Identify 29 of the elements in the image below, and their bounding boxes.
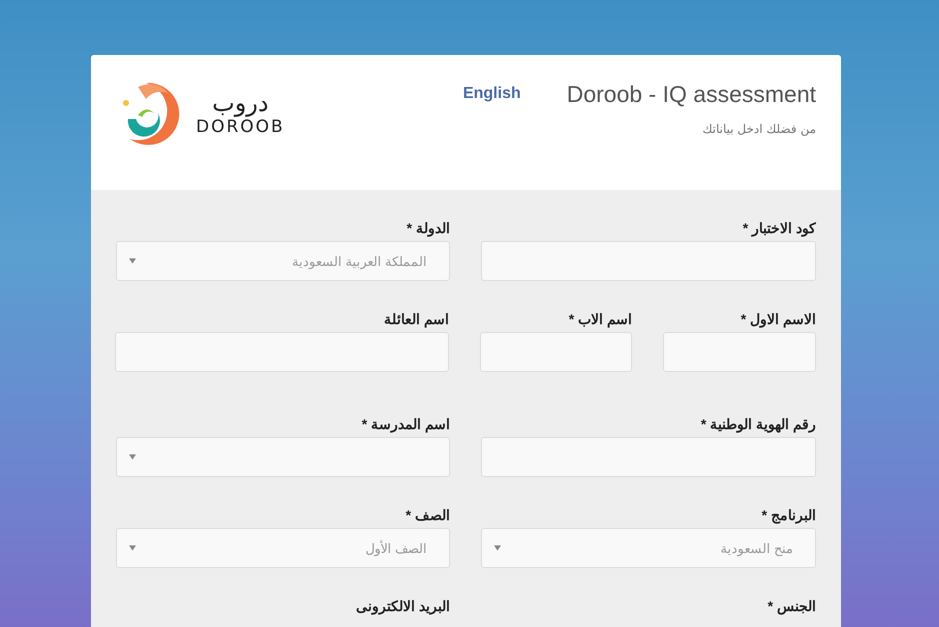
- field-label: الدولة *: [406, 220, 450, 237]
- page-subtitle: من فضلك ادخل بياناتك: [702, 122, 816, 136]
- field-label: اسم العائلة: [383, 311, 449, 328]
- caret-icon: [129, 545, 136, 551]
- select-field[interactable]: المملكة العربية السعودية: [116, 241, 450, 281]
- field-label: كود الاختبار *: [742, 220, 816, 237]
- input-field[interactable]: [663, 332, 816, 372]
- select-field[interactable]: الصف الأول: [116, 528, 450, 568]
- select-field[interactable]: منح السعودية: [481, 528, 816, 568]
- input-field[interactable]: [480, 332, 632, 372]
- input-field[interactable]: [481, 437, 816, 477]
- field-label: البرنامج *: [760, 507, 816, 524]
- field-label: اسم المدرسة *: [360, 416, 450, 433]
- field-label: البريد الالكترونى: [355, 598, 450, 615]
- logo-wordmark: DOROOB: [196, 117, 285, 138]
- field-label: الجنس *: [766, 598, 816, 615]
- caret-icon: [129, 258, 136, 264]
- page-title: Doroob - IQ assessment: [566, 81, 816, 108]
- field-label: الاسم الاول *: [740, 311, 816, 328]
- caret-icon: [494, 545, 501, 551]
- select-field[interactable]: [116, 437, 450, 477]
- field-label: الصف *: [404, 507, 450, 524]
- field-label: اسم الاب *: [568, 311, 632, 328]
- input-field[interactable]: [115, 332, 449, 372]
- field-label: رقم الهوية الوطنية *: [700, 416, 816, 433]
- logo-wordmark: دروب: [212, 90, 269, 116]
- caret-icon: [129, 454, 136, 460]
- language-link[interactable]: English: [462, 85, 521, 103]
- input-field[interactable]: [481, 241, 816, 281]
